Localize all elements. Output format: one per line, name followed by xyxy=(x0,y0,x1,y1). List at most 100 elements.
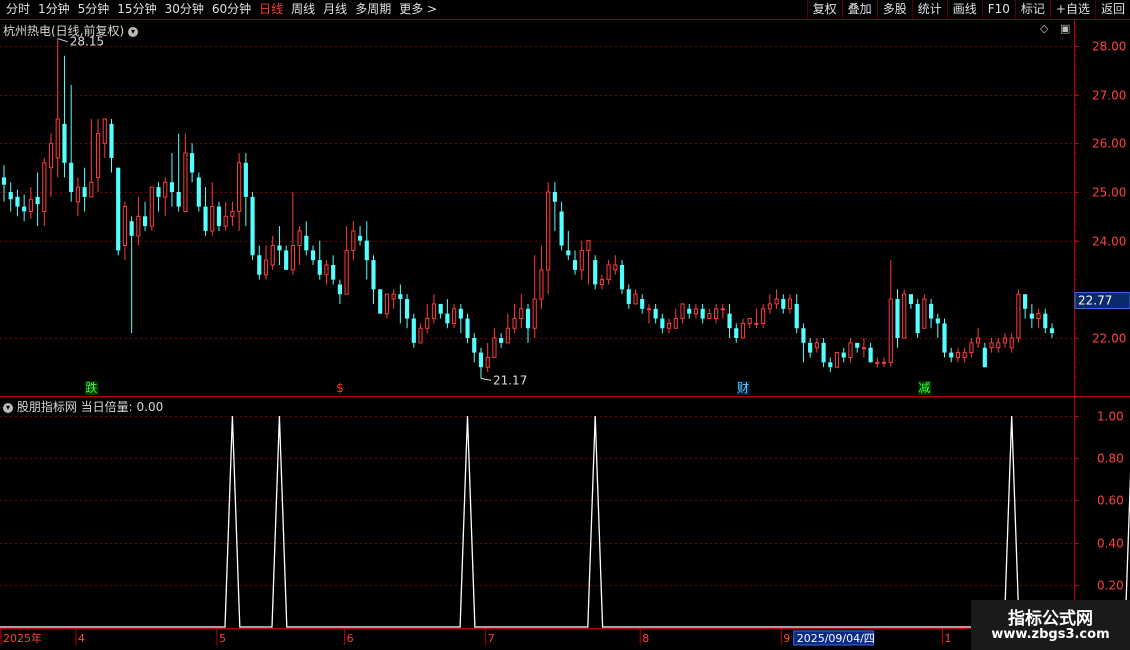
candle-body xyxy=(949,352,954,358)
candle-body xyxy=(331,265,336,280)
candle-body xyxy=(28,198,33,212)
high-marker-line xyxy=(57,38,68,43)
candle-body xyxy=(270,245,275,266)
candle-body xyxy=(277,245,282,251)
time-tick-label: 8 xyxy=(642,632,649,645)
candle-body xyxy=(525,308,531,329)
candle-body xyxy=(619,265,625,290)
candle-body xyxy=(572,260,578,270)
candle-body xyxy=(579,249,584,271)
candle-body xyxy=(109,123,114,158)
candle-body xyxy=(465,318,470,338)
candle-body xyxy=(808,342,813,353)
candle-body xyxy=(95,133,101,178)
candle-body xyxy=(861,347,866,350)
candle-body xyxy=(613,264,618,271)
candle-body xyxy=(740,322,746,339)
time-tick-label: 9 xyxy=(783,632,790,645)
candle-body xyxy=(35,196,40,205)
candle-body xyxy=(828,362,833,368)
candle-body xyxy=(8,192,13,200)
candle-body xyxy=(895,299,900,338)
candle-body xyxy=(505,327,510,344)
candle-body xyxy=(606,264,611,281)
candle-body xyxy=(532,298,537,329)
candle-body xyxy=(821,342,826,363)
candle-body xyxy=(478,352,484,368)
watermark-url: www.zbgs3.com xyxy=(991,627,1110,642)
candle-body xyxy=(250,196,255,256)
candle-body xyxy=(660,318,665,329)
candle-body xyxy=(519,308,524,320)
watermark: 指标公式网 www.zbgs3.com xyxy=(971,600,1130,650)
candle-body xyxy=(868,347,873,363)
candle-body xyxy=(875,361,880,364)
volume-tick-label: 0.40 xyxy=(1097,537,1124,551)
candle-body xyxy=(546,191,551,271)
candle-body xyxy=(310,250,316,261)
current-price-label: 22.77 xyxy=(1078,294,1112,308)
candle-body xyxy=(142,216,148,227)
candle-body xyxy=(512,318,517,329)
candle-body xyxy=(707,313,712,320)
candle-body xyxy=(1043,313,1048,329)
candle-body xyxy=(754,322,759,325)
volume-tick-label: 0.80 xyxy=(1097,452,1124,466)
candle-body xyxy=(122,206,128,247)
candle-body xyxy=(989,342,994,349)
time-tick-label: 4 xyxy=(78,632,85,645)
candle-body xyxy=(928,303,934,319)
candle-body xyxy=(102,118,107,144)
candle-body xyxy=(243,162,248,197)
date-cursor-label: 2025/09/04/四 xyxy=(797,632,875,645)
candle-body xyxy=(593,260,598,285)
candle-body xyxy=(915,303,920,334)
candle-body xyxy=(257,255,262,275)
candle-body xyxy=(653,308,658,319)
candle-body xyxy=(814,342,819,349)
candle-body xyxy=(458,308,463,319)
candle-body xyxy=(767,303,772,310)
candle-body xyxy=(834,352,840,368)
candle-body xyxy=(216,206,222,227)
candle-body xyxy=(62,123,67,163)
volume-tick-label: 1.00 xyxy=(1097,410,1124,424)
candle-body xyxy=(646,308,652,311)
volume-tick-label: 0.60 xyxy=(1097,494,1124,508)
price-tick-label: 22.00 xyxy=(1092,332,1126,346)
candle-body xyxy=(566,250,571,256)
candle-body xyxy=(848,342,853,358)
signal-badge: $ xyxy=(336,381,344,395)
candle-body xyxy=(210,206,215,232)
candle-body xyxy=(55,118,60,159)
time-tick-label: 7 xyxy=(488,632,495,645)
time-tick-label: 6 xyxy=(347,632,354,645)
candle-body xyxy=(75,186,80,203)
candle-body xyxy=(317,260,322,275)
candle-body xyxy=(42,162,47,212)
high-price-label: 28.15 xyxy=(70,35,104,49)
candle-body xyxy=(976,337,981,344)
candle-body xyxy=(411,318,416,343)
candle-body xyxy=(1036,313,1041,320)
candle-body xyxy=(794,303,799,329)
candle-body xyxy=(445,313,450,324)
candle-body xyxy=(781,299,786,309)
candle-body xyxy=(418,327,423,344)
candle-body xyxy=(888,298,893,363)
candle-body xyxy=(902,293,907,339)
candle-body xyxy=(1,177,7,185)
candle-body xyxy=(922,298,927,329)
candle-body xyxy=(666,322,672,329)
candle-body xyxy=(404,299,410,319)
candle-body xyxy=(680,303,685,320)
candle-body xyxy=(761,308,766,324)
candle-body xyxy=(183,152,188,212)
candle-body xyxy=(599,279,604,285)
candle-body xyxy=(714,308,719,320)
volume-tick-label: 0.20 xyxy=(1097,579,1124,593)
candle-body xyxy=(586,240,591,251)
candle-body xyxy=(425,318,430,329)
candle-body xyxy=(156,187,161,197)
kline-chart[interactable]: 28.00 27.00 26.00 25.00 24.00 22.00 1.00 0.80 0.… xyxy=(0,0,1130,650)
